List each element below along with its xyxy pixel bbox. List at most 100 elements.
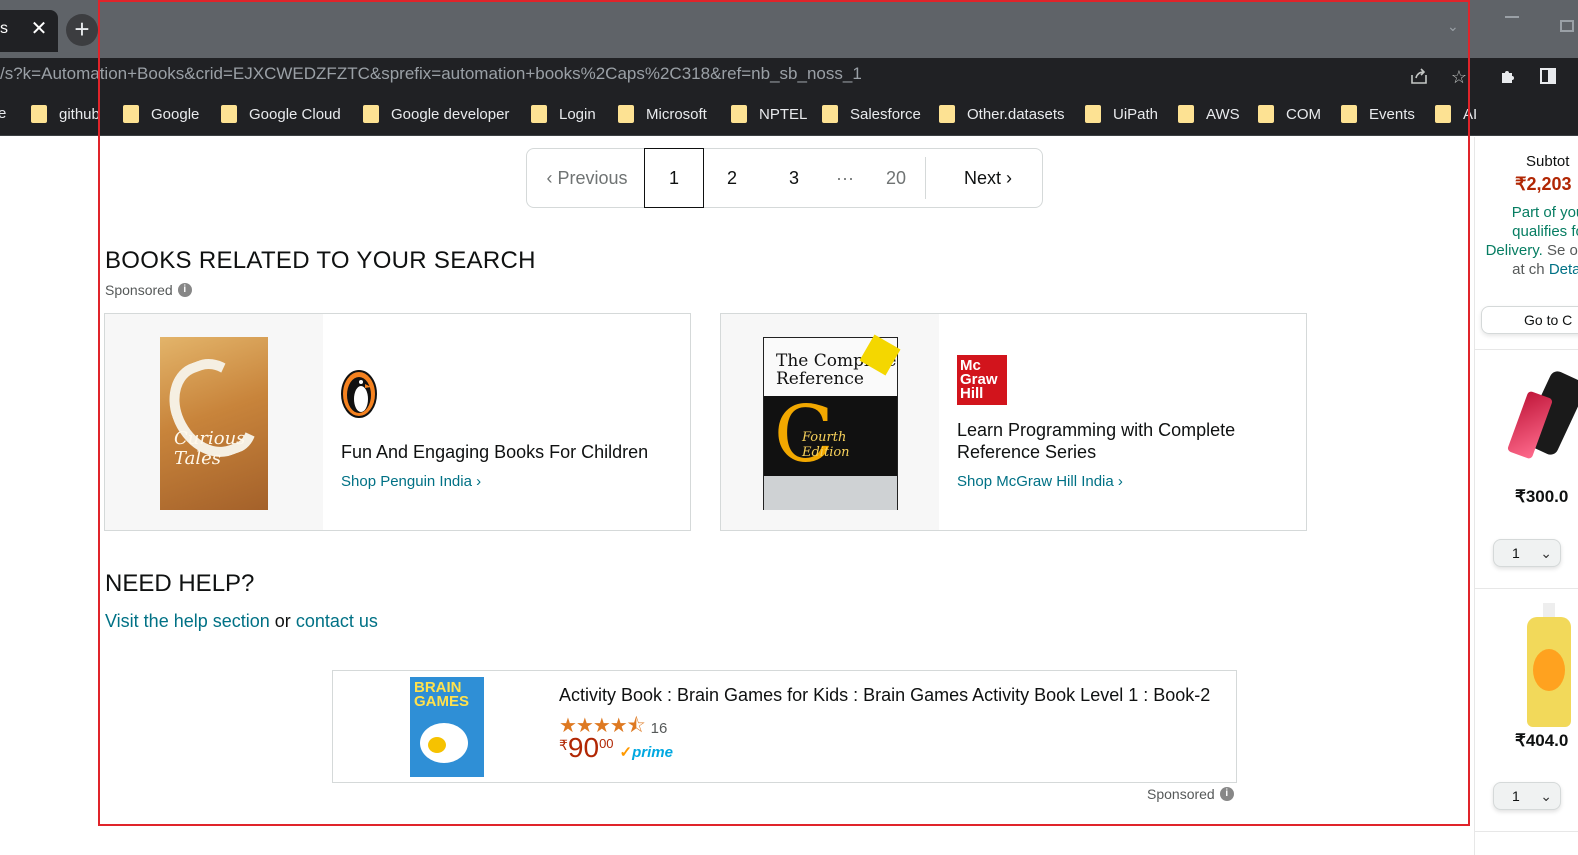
- bookmark-label: NPTEL: [759, 105, 808, 123]
- folder-icon: [221, 105, 237, 123]
- bookmark-item[interactable]: Google Cloud: [221, 105, 341, 123]
- product-art: [1533, 649, 1565, 691]
- page-20-button[interactable]: 20: [879, 149, 913, 207]
- folder-icon: [1178, 105, 1194, 123]
- quantity-select[interactable]: 1 ⌄: [1493, 782, 1561, 810]
- card-headline[interactable]: Fun And Engaging Books For Children: [341, 441, 671, 463]
- page-1-button[interactable]: 1: [644, 148, 704, 208]
- quantity-value: 1: [1512, 788, 1520, 804]
- bookmark-item[interactable]: Microsoft: [618, 105, 707, 123]
- cart-item-price: ₹404.0: [1515, 731, 1569, 750]
- cart-sidebar: Subtot ₹2,203 Part of you qualifies fo D…: [1474, 137, 1578, 855]
- bookmark-item[interactable]: Google developer: [363, 105, 509, 123]
- cover-title: BRAIN GAMES: [414, 679, 470, 710]
- bookmark-label: AI: [1463, 105, 1478, 123]
- subtotal-label: Subtot: [1526, 153, 1570, 170]
- bookmark-label: UiPath: [1113, 105, 1159, 123]
- page-2-button[interactable]: 2: [717, 149, 747, 207]
- book-cover-complete-reference[interactable]: The Complete Reference C Fourth Edition: [763, 334, 901, 510]
- side-panel-icon[interactable]: [1537, 66, 1559, 88]
- card-text: Fun And Engaging Books For Children Shop…: [341, 314, 671, 530]
- card-headline[interactable]: Learn Programming with Complete Referenc…: [957, 419, 1287, 463]
- bookmark-item[interactable]: COM: [1258, 105, 1321, 123]
- maximize-icon[interactable]: [1560, 20, 1574, 32]
- details-link[interactable]: Detai: [1549, 261, 1578, 278]
- bookmark-item[interactable]: Google: [123, 105, 199, 123]
- folder-icon: [731, 105, 747, 123]
- bookmark-item[interactable]: Login: [531, 105, 596, 123]
- next-page-button[interactable]: Next ›: [947, 149, 1029, 207]
- book-cover-curious-tales[interactable]: Curious Tales: [157, 337, 268, 510]
- tab-search-chevron-icon[interactable]: ⌄: [1447, 18, 1459, 35]
- product-title[interactable]: Activity Book : Brain Games for Kids : B…: [559, 685, 1210, 706]
- penguin-logo-icon[interactable]: [341, 368, 377, 418]
- folder-icon: [363, 105, 379, 123]
- cart-item-image[interactable]: [1506, 365, 1578, 481]
- minimize-icon[interactable]: [1505, 16, 1519, 18]
- new-tab-button[interactable]: +: [66, 14, 98, 46]
- bookmark-item[interactable]: AWS: [1178, 105, 1240, 123]
- price-whole: 90: [567, 732, 600, 763]
- quantity-value: 1: [1512, 545, 1520, 561]
- cover-edition: Fourth Edition: [802, 430, 850, 460]
- or-text: or: [274, 611, 291, 631]
- subtotal-value: ₹2,203: [1515, 174, 1572, 194]
- bookmark-item[interactable]: Other.datasets: [939, 105, 1065, 123]
- chevron-left-icon: ‹: [546, 168, 558, 188]
- sponsored-text: Sponsored: [105, 282, 173, 298]
- folder-icon: [31, 105, 47, 123]
- bookmark-label: Other.datasets: [967, 105, 1065, 123]
- sponsored-label[interactable]: Sponsored i: [1147, 786, 1234, 802]
- previous-page-button[interactable]: ‹ Previous: [541, 149, 633, 207]
- info-icon[interactable]: i: [1219, 787, 1234, 801]
- url-text[interactable]: /s?k=Automation+Books&crid=EJXCWEDZFZTC&…: [0, 64, 862, 84]
- chevron-down-icon: ⌄: [1540, 788, 1552, 804]
- quantity-select[interactable]: 1 ⌄: [1493, 539, 1561, 567]
- extensions-icon[interactable]: [1497, 66, 1519, 88]
- page-3-button[interactable]: 3: [779, 149, 809, 207]
- bookmark-label: e: [0, 105, 7, 122]
- bookmark-item[interactable]: github: [31, 105, 100, 123]
- card-text: Mc Graw Hill Learn Programming with Comp…: [957, 314, 1287, 530]
- sponsored-product-ad[interactable]: BRAIN GAMES Activity Book : Brain Games …: [332, 670, 1237, 783]
- bookmark-item[interactable]: AI: [1435, 105, 1477, 123]
- cover-title: Curious Tales: [174, 428, 246, 469]
- prime-text: prime: [632, 744, 673, 761]
- info-icon[interactable]: i: [177, 283, 192, 297]
- book-image-area: Curious Tales: [105, 314, 323, 530]
- bookmark-label: AWS: [1206, 105, 1240, 123]
- bookmark-item[interactable]: Salesforce: [822, 105, 921, 123]
- shop-mcgraw-hill-link[interactable]: Shop McGraw Hill India ›: [957, 473, 1287, 490]
- pagination: ‹ Previous 1 2 3 ··· 20 Next ›: [526, 148, 1043, 208]
- bookmark-item[interactable]: NPTEL: [731, 105, 807, 123]
- bookmark-item[interactable]: UiPath: [1085, 105, 1158, 123]
- shop-penguin-link[interactable]: Shop Penguin India ›: [341, 473, 671, 490]
- book-cover-brain-games[interactable]: BRAIN GAMES: [410, 677, 484, 777]
- bookmark-star-icon[interactable]: ☆: [1448, 66, 1470, 88]
- help-section-link[interactable]: Visit the help section: [105, 611, 270, 631]
- folder-icon: [1258, 105, 1274, 123]
- sponsored-brand-card-mcgraw-hill[interactable]: The Complete Reference C Fourth Edition …: [720, 313, 1307, 531]
- cart-item-image[interactable]: [1525, 603, 1575, 727]
- bookmark-label: github: [59, 105, 100, 123]
- divider: [1475, 349, 1578, 350]
- bookmark-item[interactable]: Events: [1341, 105, 1415, 123]
- cover-middle: C Fourth Edition: [764, 390, 897, 480]
- sponsored-brand-card-penguin[interactable]: Curious Tales Fun And Engaging Books For…: [104, 313, 691, 531]
- contact-us-link[interactable]: contact us: [296, 611, 378, 631]
- folder-icon: [1435, 105, 1451, 123]
- bookmark-item[interactable]: e: [0, 105, 6, 122]
- sponsored-text: Sponsored: [1147, 786, 1215, 802]
- sponsored-label[interactable]: Sponsored i: [105, 282, 192, 298]
- mcgraw-hill-logo[interactable]: Mc Graw Hill: [957, 355, 1007, 405]
- folder-icon: [531, 105, 547, 123]
- go-to-cart-button[interactable]: Go to C: [1481, 306, 1578, 334]
- need-help-heading: NEED HELP?: [105, 570, 255, 597]
- close-tab-icon[interactable]: ✕: [28, 18, 50, 40]
- bookmark-label: Google: [151, 105, 200, 123]
- share-icon[interactable]: [1408, 66, 1430, 88]
- book-image-area: The Complete Reference C Fourth Edition: [721, 314, 939, 530]
- tab-title: s: [0, 20, 8, 37]
- active-tab[interactable]: s ✕: [0, 10, 58, 52]
- next-label: Next: [963, 168, 1001, 188]
